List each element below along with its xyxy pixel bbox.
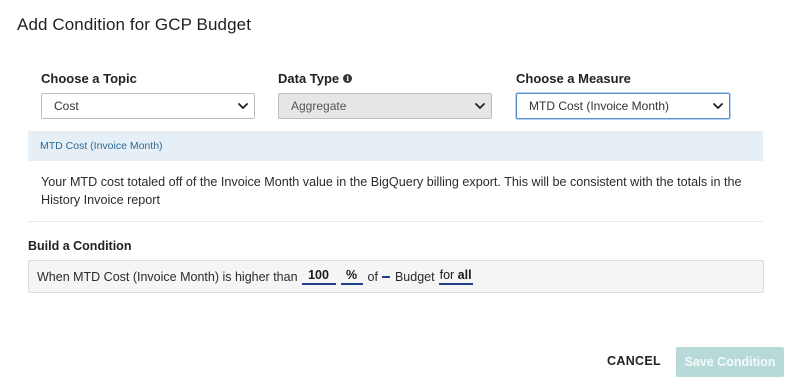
condition-of-text: of: [367, 269, 378, 284]
chevron-down-icon: [713, 103, 723, 109]
data-type-label-row: Data Type i: [278, 70, 492, 86]
save-condition-button[interactable]: Save Condition: [676, 347, 784, 377]
topic-select[interactable]: Cost: [41, 93, 255, 119]
build-condition-label: Build a Condition: [28, 239, 132, 253]
topic-field: Choose a Topic Cost: [41, 70, 255, 119]
data-type-select[interactable]: Aggregate: [278, 93, 492, 119]
condition-target-blank[interactable]: [381, 275, 390, 278]
condition-scope-select[interactable]: for all: [438, 268, 473, 285]
condition-builder: When MTD Cost (Invoice Month) is higher …: [28, 260, 764, 293]
measure-field: Choose a Measure MTD Cost (Invoice Month…: [516, 70, 730, 119]
condition-unit-select[interactable]: %: [340, 268, 363, 285]
data-type-select-value: Aggregate: [291, 99, 347, 113]
dialog-title: Add Condition for GCP Budget: [17, 15, 252, 34]
chevron-down-icon: [475, 103, 485, 109]
cancel-button[interactable]: CANCEL: [604, 348, 664, 374]
condition-scope-prefix: for: [439, 268, 455, 282]
measure-panel-description: Your MTD cost totaled off of the Invoice…: [41, 175, 742, 207]
chevron-down-icon: [238, 103, 248, 109]
condition-prefix: When MTD Cost (Invoice Month) is higher …: [37, 269, 298, 284]
condition-amount-input[interactable]: 100: [301, 268, 336, 285]
measure-select[interactable]: MTD Cost (Invoice Month): [516, 93, 730, 119]
topic-label: Choose a Topic: [41, 70, 137, 86]
info-icon[interactable]: i: [343, 73, 353, 83]
measure-description-panel: MTD Cost (Invoice Month) Your MTD cost t…: [28, 131, 763, 222]
measure-label: Choose a Measure: [516, 70, 631, 86]
data-type-field: Data Type i Aggregate: [278, 70, 492, 119]
condition-target-text: Budget: [394, 269, 435, 284]
condition-scope-value: all: [457, 268, 472, 282]
topic-select-value: Cost: [54, 99, 79, 113]
measure-panel-title: MTD Cost (Invoice Month): [28, 131, 763, 161]
data-type-label: Data Type: [278, 70, 340, 86]
measure-select-value: MTD Cost (Invoice Month): [529, 99, 670, 113]
